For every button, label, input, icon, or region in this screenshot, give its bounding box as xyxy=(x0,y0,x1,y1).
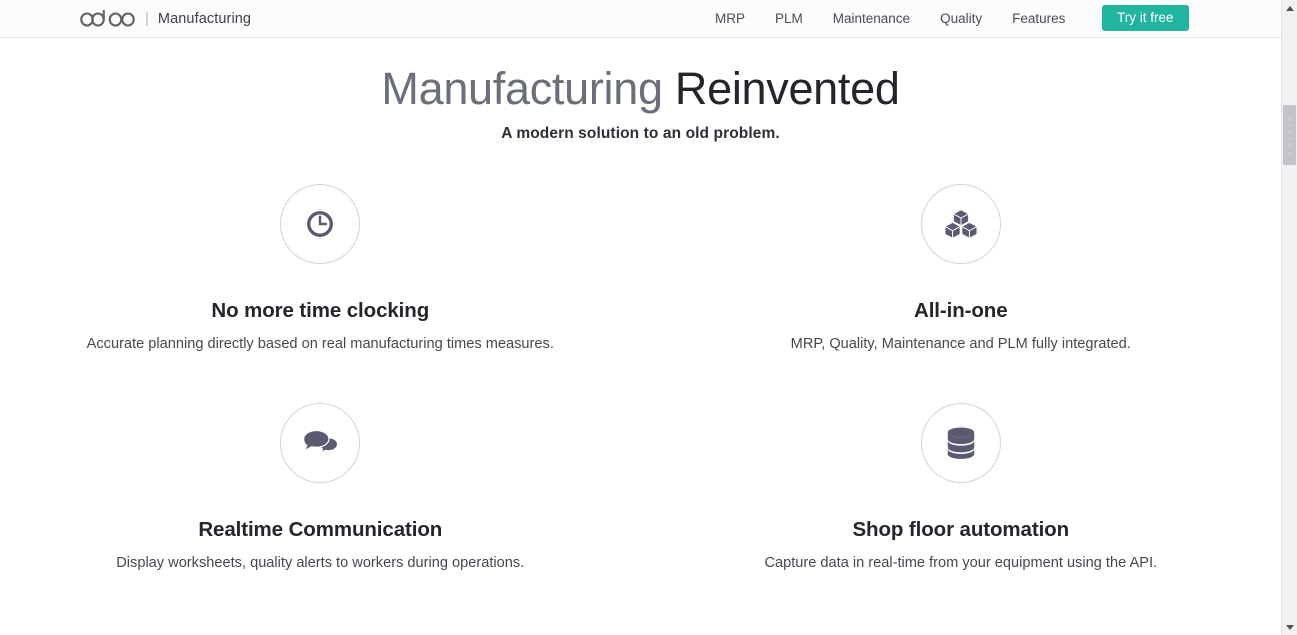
page-title-light: Manufacturing xyxy=(381,63,663,114)
feature-card-all-in-one: All-in-one MRP, Quality, Maintenance and… xyxy=(641,158,1282,377)
feature-card-no-more-time-clocking: No more time clocking Accurate planning … xyxy=(0,158,641,377)
feature-icon-circle xyxy=(280,184,361,264)
page-title: Manufacturing Reinvented xyxy=(0,62,1281,116)
page-subtitle: A modern solution to an old problem. xyxy=(501,125,780,142)
try-it-free-button[interactable]: Try it free xyxy=(1102,5,1189,31)
feature-card-realtime-communication: Realtime Communication Display worksheet… xyxy=(0,377,641,596)
page-root: | Manufacturing MRP PLM Maintenance Qual… xyxy=(0,0,1297,635)
hero-section: Manufacturing Reinvented A modern soluti… xyxy=(0,38,1281,143)
nav-link-features[interactable]: Features xyxy=(997,0,1080,38)
nav-link-plm[interactable]: PLM xyxy=(760,0,818,38)
vertical-scrollbar[interactable] xyxy=(1281,0,1297,635)
feature-description: MRP, Quality, Maintenance and PLM fully … xyxy=(790,336,1131,352)
comments-icon xyxy=(302,428,339,458)
nav-link-maintenance[interactable]: Maintenance xyxy=(818,0,925,38)
top-navigation-bar: | Manufacturing MRP PLM Maintenance Qual… xyxy=(0,0,1281,38)
feature-title: Shop floor automation xyxy=(852,518,1070,541)
feature-icon-circle xyxy=(920,184,1001,264)
feature-description: Accurate planning directly based on real… xyxy=(86,336,554,352)
scroll-thumb[interactable] xyxy=(1283,105,1296,165)
scroll-up-arrow-icon[interactable] xyxy=(1282,0,1297,16)
feature-title: Realtime Communication xyxy=(198,518,443,541)
feature-grid: No more time clocking Accurate planning … xyxy=(0,158,1281,596)
nav-link-mrp[interactable]: MRP xyxy=(700,0,760,38)
feature-title: All-in-one xyxy=(913,299,1008,322)
feature-card-shop-floor-automation: Shop floor automation Capture data in re… xyxy=(641,377,1282,596)
cubes-icon xyxy=(944,208,978,240)
feature-icon-circle xyxy=(920,403,1001,483)
nav-link-quality[interactable]: Quality xyxy=(925,0,997,38)
scroll-down-arrow-icon[interactable] xyxy=(1282,619,1297,635)
database-icon xyxy=(946,426,976,460)
brand-divider: | xyxy=(145,10,149,27)
odoo-logo-icon xyxy=(80,9,135,29)
nav-links: MRP PLM Maintenance Quality Features xyxy=(700,0,1080,38)
app-name-label: Manufacturing xyxy=(157,10,252,27)
feature-icon-circle xyxy=(280,403,361,483)
feature-description: Display worksheets, quality alerts to wo… xyxy=(116,555,525,571)
clock-icon xyxy=(305,209,335,239)
brand[interactable]: | Manufacturing xyxy=(80,9,251,29)
feature-description: Capture data in real-time from your equi… xyxy=(764,555,1158,571)
feature-title: No more time clocking xyxy=(211,299,430,322)
page-title-bold: Reinvented xyxy=(674,63,900,114)
